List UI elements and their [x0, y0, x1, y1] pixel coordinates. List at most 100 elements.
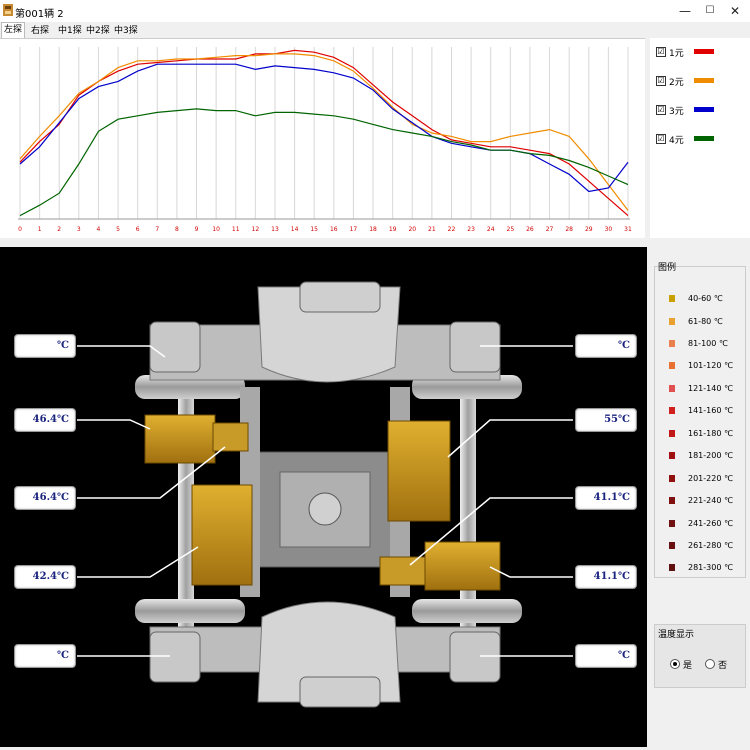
range-swatch: [669, 430, 675, 437]
range-swatch: [669, 318, 675, 325]
x-tick-label: 9: [195, 226, 199, 233]
close-button[interactable]: ✕: [720, 0, 750, 22]
temperature-legend: 图例 40-60 ℃ 61-80 ℃ 81-100 ℃ 101-120 ℃ 12…: [654, 258, 746, 578]
temp-left-3: 46.4℃: [14, 486, 76, 510]
x-tick-label: 27: [546, 226, 554, 233]
temp-display-no-radio[interactable]: [705, 659, 715, 669]
x-tick-label: 29: [585, 226, 593, 233]
probe-tabs: 左探 右探 中1探 中2探 中3探: [0, 22, 750, 38]
series-line-3: [19, 63, 629, 193]
series-line-4: [19, 108, 629, 217]
tab-right-probe[interactable]: 右探: [29, 24, 51, 38]
range-label: 181-200 ℃: [688, 451, 733, 460]
x-tick-label: 14: [291, 226, 299, 233]
tab-mid3-probe[interactable]: 中3探: [112, 24, 140, 38]
range-label: 101-120 ℃: [688, 361, 733, 370]
bogie-diagram: [77, 281, 573, 708]
x-tick-label: 7: [155, 226, 159, 233]
temp-left-4: 42.4℃: [14, 565, 76, 589]
series-line-1: [19, 49, 629, 217]
x-tick-label: 20: [408, 226, 416, 233]
x-tick-label: 25: [507, 226, 515, 233]
x-tick-label: 19: [389, 226, 397, 233]
x-tick-label: 0: [18, 226, 22, 233]
legend-frame: [654, 266, 746, 578]
app-window: 第001辆 2 — ☐ ✕ 左探 右探 中1探 中2探 中3探 01234567…: [0, 0, 750, 750]
x-tick-label: 26: [526, 226, 534, 233]
line-chart: 0 1 2 3 4 5 6 7 8 9 10 11 12 13 14 15 16 17 18 19 20 21 22 23 24…: [18, 47, 632, 233]
series-4-swatch: [694, 136, 714, 141]
tab-left-probe[interactable]: 左探: [1, 22, 26, 38]
range-swatch: [669, 542, 675, 549]
x-tick-label: 12: [252, 226, 260, 233]
x-tick-label: 18: [369, 226, 377, 233]
series-3-swatch: [694, 107, 714, 112]
window-title: 第001辆 2: [15, 9, 64, 20]
range-swatch: [669, 340, 675, 347]
range-label: 141-160 ℃: [688, 406, 733, 415]
temp-right-2: 55℃: [575, 408, 637, 432]
x-tick-label: 16: [330, 226, 338, 233]
series-3-checkbox[interactable]: ☑: [656, 105, 666, 115]
temp-display-yes-radio[interactable]: [670, 659, 680, 669]
range-swatch: [669, 385, 675, 392]
x-tick-label: 2: [57, 226, 61, 233]
series-1-checkbox[interactable]: ☑: [656, 47, 666, 57]
temp-left-1: ℃: [14, 334, 76, 358]
temp-display-no-label[interactable]: 否: [718, 658, 727, 671]
motor-left: [191, 484, 253, 586]
series-2-label: 2元: [669, 78, 684, 88]
motor-right: [387, 420, 451, 522]
x-tick-label: 28: [565, 226, 573, 233]
range-swatch: [669, 452, 675, 459]
temp-display-group: 温度显示 是 否: [654, 624, 746, 688]
series-4-checkbox[interactable]: ☑: [656, 134, 666, 144]
gearbox-right: [424, 541, 501, 591]
x-tick-label: 10: [212, 226, 220, 233]
x-tick-label: 21: [428, 226, 436, 233]
range-label: 201-220 ℃: [688, 474, 733, 483]
bogie-viewer: ℃ 46.4℃ 46.4℃ 42.4℃ ℃ ℃ 55℃ 41.1℃ 41.1℃ …: [0, 247, 647, 747]
range-label: 221-240 ℃: [688, 496, 733, 505]
temp-right-5: ℃: [575, 644, 637, 668]
series-3-label: 3元: [669, 107, 684, 117]
series-1-swatch: [694, 49, 714, 54]
range-swatch: [669, 475, 675, 482]
coupling-right: [379, 556, 426, 586]
tab-mid1-probe[interactable]: 中1探: [56, 24, 84, 38]
series-line-2: [19, 53, 629, 211]
range-label: 40-60 ℃: [688, 294, 723, 303]
axlebox-bottom-right: [449, 631, 501, 683]
range-label: 81-100 ℃: [688, 339, 728, 348]
axlebox-top-left: [149, 321, 201, 373]
temp-display-title: 温度显示: [658, 630, 695, 640]
x-tick-label: 30: [605, 226, 613, 233]
right-axle: [460, 387, 476, 627]
x-tick-label: 24: [487, 226, 495, 233]
temp-right-3: 41.1℃: [575, 486, 637, 510]
series-2-checkbox[interactable]: ☑: [656, 76, 666, 86]
tab-mid2-probe[interactable]: 中2探: [84, 24, 112, 38]
x-tick-label: 15: [310, 226, 318, 233]
bottom-damper: [299, 676, 381, 708]
x-tick-label: 3: [77, 226, 81, 233]
x-tick-label: 22: [448, 226, 456, 233]
series-1-label: 1元: [669, 49, 684, 59]
range-label: 241-260 ℃: [688, 519, 733, 528]
range-swatch: [669, 497, 675, 504]
x-tick-label: 1: [38, 226, 42, 233]
series-4-label: 4元: [669, 136, 684, 146]
range-swatch: [669, 520, 675, 527]
legend-title: 图例: [658, 263, 677, 273]
x-tick-label: 5: [116, 226, 120, 233]
temp-right-1: ℃: [575, 334, 637, 358]
temp-right-4: 41.1℃: [575, 565, 637, 589]
x-tick-label: 31: [624, 226, 632, 233]
range-label: 121-140 ℃: [688, 384, 733, 393]
axlebox-top-right: [449, 321, 501, 373]
series-legend: ☑ 1元 ☑ 2元 ☑ 3元 ☑ 4元: [650, 38, 750, 238]
temp-display-yes-label[interactable]: 是: [683, 658, 692, 671]
temp-left-5: ℃: [14, 644, 76, 668]
x-tick-label: 11: [232, 226, 240, 233]
axlebox-bottom-left: [149, 631, 201, 683]
